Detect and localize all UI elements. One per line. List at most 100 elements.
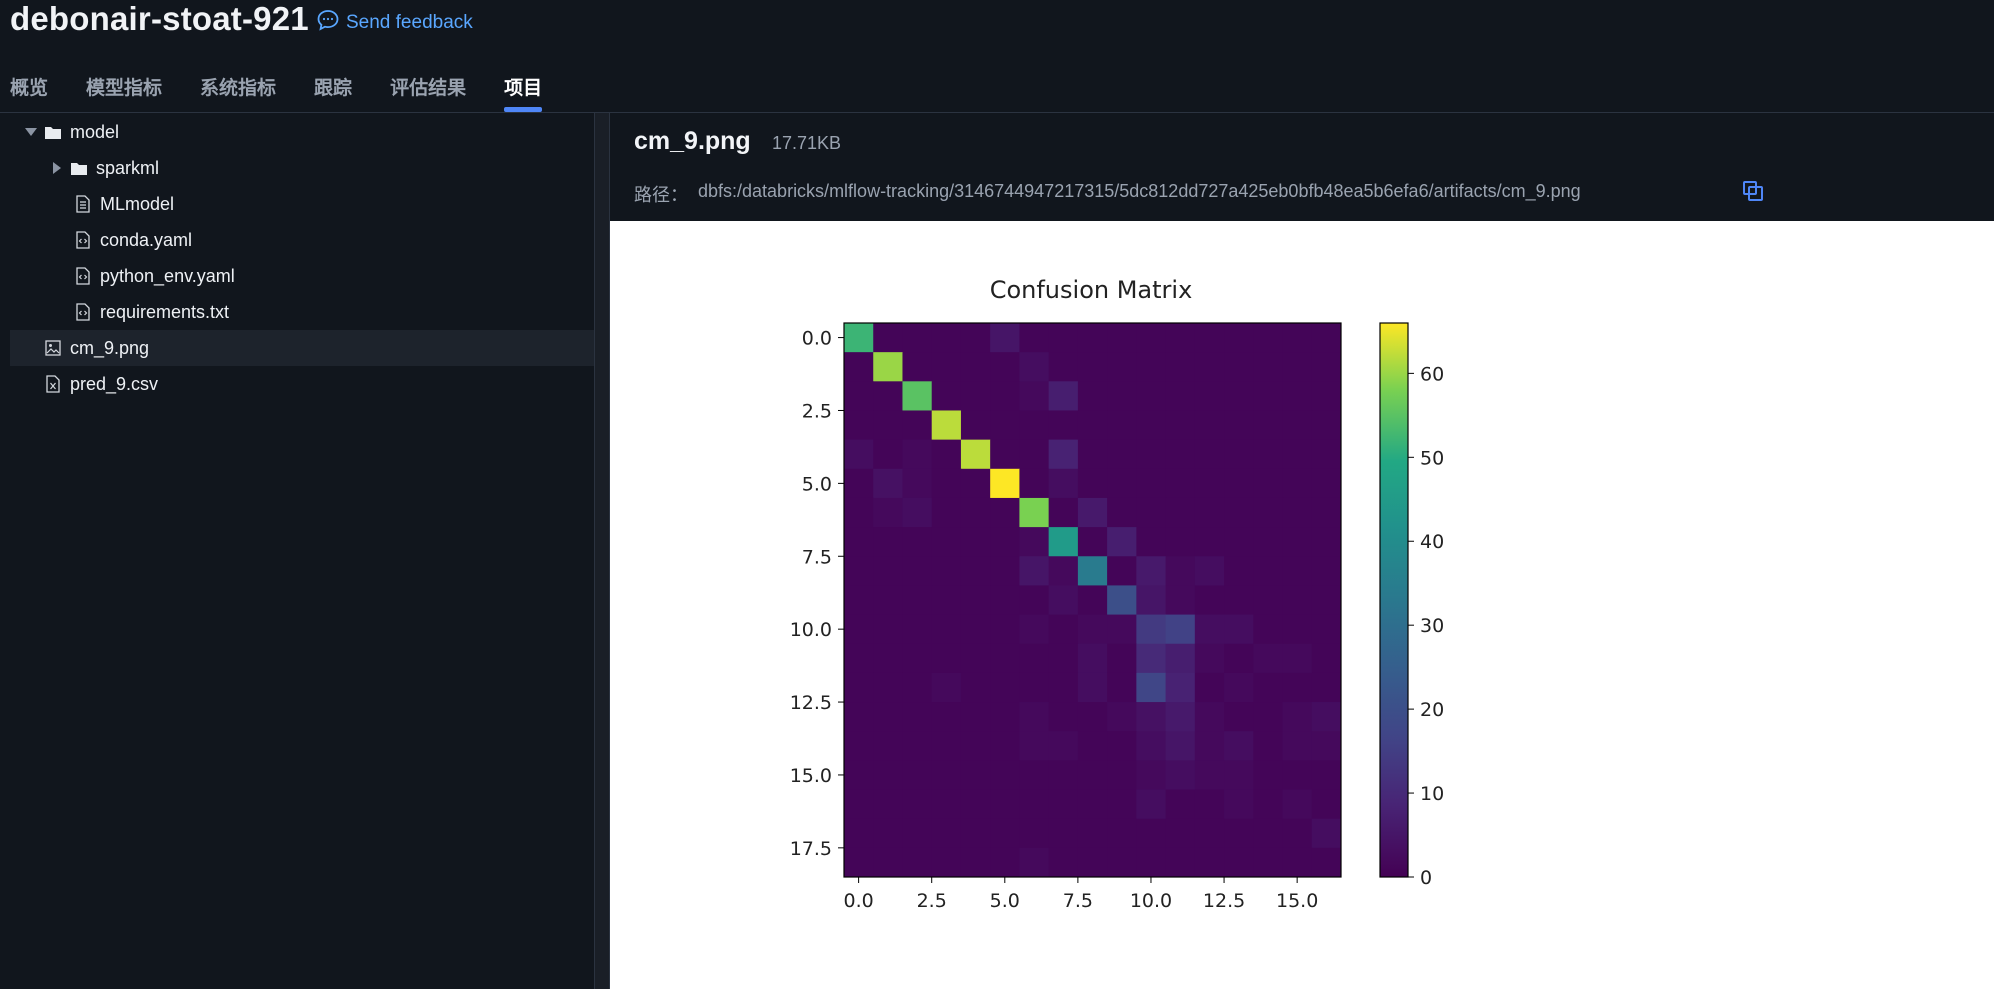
heatmap-cell — [902, 818, 933, 849]
folder-icon — [70, 159, 88, 177]
tab-evaluation-results[interactable]: 评估结果 — [390, 74, 466, 112]
folder-icon — [44, 123, 62, 141]
tree-item-mlmodel[interactable]: MLmodel — [10, 186, 656, 222]
heatmap-cell — [1194, 585, 1225, 616]
tree-item-python-env-yaml[interactable]: python_env.yaml — [10, 258, 656, 294]
heatmap-cell — [990, 614, 1020, 645]
tab-model-metrics[interactable]: 模型指标 — [86, 74, 162, 112]
heatmap-cell — [931, 760, 962, 791]
heatmap-cell — [1165, 847, 1196, 878]
heatmap-cell — [931, 468, 962, 499]
heatmap-cell — [902, 585, 933, 616]
heatmap-cell — [1019, 468, 1050, 499]
heatmap-cell — [1077, 468, 1108, 499]
heatmap-cell — [960, 789, 991, 820]
tree-item-model-folder[interactable]: model — [10, 114, 606, 150]
heatmap-cell — [1048, 789, 1079, 820]
caret-down-icon[interactable] — [24, 125, 38, 139]
heatmap-cell — [873, 497, 903, 528]
tree-item-conda-yaml[interactable]: conda.yaml — [10, 222, 656, 258]
heatmap-cell — [1224, 323, 1254, 353]
heatmap-cell — [1048, 672, 1079, 703]
heatmap-cell — [960, 352, 991, 382]
heatmap-cell — [873, 760, 903, 791]
heatmap-cell — [1136, 381, 1167, 411]
y-tick-label: 17.5 — [790, 838, 832, 860]
heatmap-cell — [1048, 497, 1079, 528]
heatmap-cell — [960, 468, 991, 499]
heatmap-cell — [931, 323, 962, 353]
tab-overview[interactable]: 概览 — [10, 74, 48, 112]
heatmap-cell — [902, 847, 933, 878]
panel-resize-handle[interactable] — [594, 113, 610, 989]
run-title: debonair-stoat-921 — [10, 0, 309, 37]
path-value: dbfs:/databricks/mlflow-tracking/3146744… — [698, 181, 1581, 201]
heatmap-cell — [1107, 847, 1137, 878]
heatmap-cell — [1165, 789, 1196, 820]
heatmap-cell — [844, 818, 874, 849]
caret-right-icon[interactable] — [50, 161, 64, 175]
tree-item-label: pred_9.csv — [70, 373, 159, 394]
tab-system-metrics[interactable]: 系统指标 — [200, 74, 276, 112]
heatmap-cell — [873, 527, 903, 557]
colorbar-tick-label: 20 — [1420, 699, 1444, 721]
heatmap-cell — [931, 497, 962, 528]
heatmap-cell — [1194, 468, 1225, 499]
heatmap-cell — [960, 585, 991, 616]
heatmap-cell — [1253, 760, 1284, 791]
heatmap-cell — [931, 556, 962, 586]
send-feedback-link[interactable]: Send feedback — [316, 8, 473, 38]
tab-traces[interactable]: 跟踪 — [314, 74, 352, 112]
heatmap-cell — [960, 497, 991, 528]
code-file-icon — [74, 303, 92, 321]
tree-item-cm-png[interactable]: cm_9.png — [10, 330, 626, 366]
tab-artifacts[interactable]: 项目 — [504, 74, 543, 112]
heatmap-cell — [990, 702, 1020, 732]
heatmap-cell — [873, 352, 903, 382]
heatmap-cell — [902, 760, 933, 791]
heatmap-cell — [1019, 381, 1050, 411]
heatmap-cell — [1048, 760, 1079, 791]
y-tick-label: 10.0 — [790, 619, 832, 641]
heatmap-cell — [990, 527, 1020, 557]
chat-bubble-icon — [316, 8, 340, 38]
heatmap-cell — [1311, 760, 1342, 791]
heatmap-cell — [902, 468, 933, 499]
tree-item-pred-csv[interactable]: pred_9.csv — [10, 366, 626, 402]
heatmap-cell — [931, 614, 962, 645]
heatmap-cell — [1107, 731, 1137, 761]
heatmap-cell — [1282, 585, 1313, 616]
heatmap-cell — [902, 643, 933, 674]
image-file-icon — [44, 339, 62, 357]
heatmap-cell — [1194, 847, 1225, 878]
heatmap-cell — [1048, 585, 1079, 616]
x-tick-label: 2.5 — [917, 890, 947, 912]
heatmap-cell — [844, 352, 874, 382]
heatmap-cell — [1311, 352, 1342, 382]
heatmap-cell — [1077, 352, 1108, 382]
heatmap-cell — [1077, 410, 1108, 441]
heatmap-cell — [1282, 847, 1313, 878]
heatmap-cell — [1048, 352, 1079, 382]
heatmap-cell — [1019, 439, 1050, 470]
heatmap-cell — [1311, 556, 1342, 586]
tree-item-sparkml-folder[interactable]: sparkml — [10, 150, 632, 186]
heatmap-cell — [1107, 556, 1137, 586]
x-tick-label: 0.0 — [844, 890, 874, 912]
heatmap-cell — [1136, 643, 1167, 674]
heatmap-cell — [844, 760, 874, 791]
y-tick-label: 12.5 — [790, 692, 832, 714]
tree-item-requirements-txt[interactable]: requirements.txt — [10, 294, 656, 330]
heatmap-cell — [873, 847, 903, 878]
text-file-icon — [74, 195, 92, 213]
heatmap-cell — [960, 439, 991, 470]
colorbar-tick-label: 50 — [1420, 447, 1444, 469]
heatmap-cell — [1253, 556, 1284, 586]
heatmap-cell — [990, 556, 1020, 586]
heatmap-cell — [1077, 818, 1108, 849]
heatmap-cell — [1194, 439, 1225, 470]
heatmap-cell — [931, 410, 962, 441]
heatmap-cell — [1077, 789, 1108, 820]
copy-path-button[interactable] — [1740, 178, 1766, 204]
heatmap-cell — [1077, 381, 1108, 411]
